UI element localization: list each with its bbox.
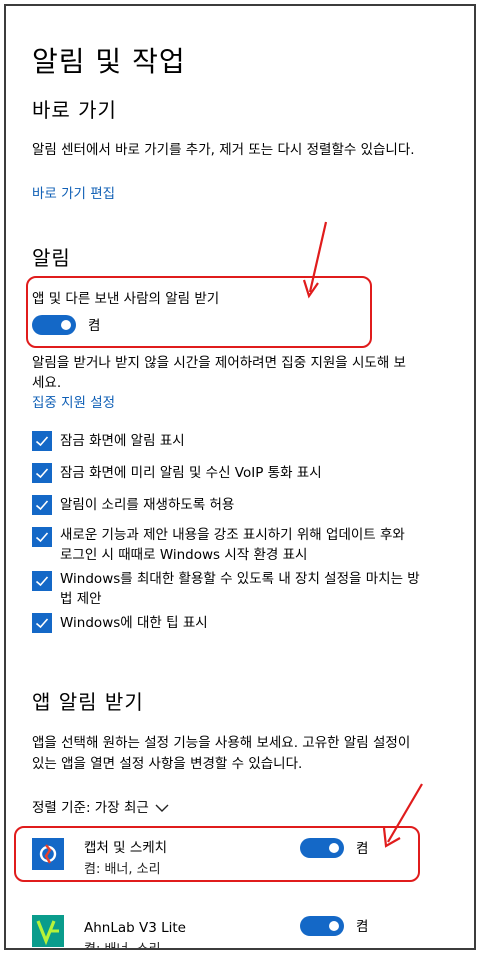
checkbox-label: 알림이 소리를 재생하도록 허용 xyxy=(60,497,235,513)
app-notifications-heading: 앱 알림 받기 xyxy=(32,690,144,714)
checkbox-suggest-setup[interactable] xyxy=(32,571,52,591)
check-icon xyxy=(35,618,49,629)
checkbox-label: Windows에 대한 팁 표시 xyxy=(60,615,208,631)
app-name: AhnLab V3 Lite xyxy=(84,920,186,936)
checkbox-label-line1: 새로운 기능과 제안 내용을 강조 표시하기 위해 업데이트 후와 xyxy=(60,527,405,543)
check-icon xyxy=(35,576,49,587)
ahnlab-app-icon xyxy=(32,915,64,947)
checkbox-label-line2: 로그인 시 때때로 Windows 시작 환경 표시 xyxy=(60,547,308,563)
toggle-knob xyxy=(329,921,339,931)
annotation-arrow-icon xyxy=(382,783,423,848)
ahnlab-toggle[interactable] xyxy=(300,916,344,936)
checkbox-lockscreen-reminders[interactable] xyxy=(32,463,52,483)
checkbox-label: 잠금 화면에 미리 알림 및 수신 VoIP 통화 표시 xyxy=(60,465,322,481)
check-icon xyxy=(35,532,49,543)
check-icon xyxy=(35,500,49,511)
sort-dropdown[interactable]: 정렬 기준: 가장 최근 xyxy=(32,798,169,818)
checkbox-welcome-experience[interactable] xyxy=(32,527,52,547)
checkbox-label: 잠금 화면에 알림 표시 xyxy=(60,433,185,449)
checkbox-tips[interactable] xyxy=(32,613,52,633)
quick-actions-description: 알림 센터에서 바로 가기를 추가, 제거 또는 다시 정렬할수 있습니다. xyxy=(32,142,415,158)
focus-assist-description-line2: 세요. xyxy=(32,375,62,391)
checkbox-label-line1: Windows를 최대한 활용할 수 있도록 내 장치 설정을 마치는 방 xyxy=(60,571,420,587)
checkbox-lockscreen-notifications[interactable] xyxy=(32,431,52,451)
sort-label: 정렬 기준: 가장 최근 xyxy=(32,800,149,816)
annotation-highlight-box xyxy=(14,826,420,882)
app-status: 켬: 배너, 소리 xyxy=(84,942,161,950)
check-icon xyxy=(35,468,49,479)
notifications-heading: 알림 xyxy=(32,246,71,270)
check-icon xyxy=(35,436,49,447)
checkbox-label-line2: 법 제안 xyxy=(60,591,102,607)
app-toggle-state: 켬 xyxy=(356,919,369,935)
app-notifications-desc-line1: 앱을 선택해 원하는 설정 기능을 사용해 보세요. 고유한 알림 설정이 xyxy=(32,735,411,751)
app-notifications-desc-line2: 있는 앱을 열면 설정 사항을 변경할 수 있습니다. xyxy=(32,756,303,772)
quick-actions-heading: 바로 가기 xyxy=(32,98,117,122)
chevron-down-icon xyxy=(155,804,169,812)
checkbox-play-sounds[interactable] xyxy=(32,495,52,515)
annotation-arrow-icon xyxy=(302,221,328,299)
settings-window: 알림 및 작업 바로 가기 알림 센터에서 바로 가기를 추가, 제거 또는 다… xyxy=(4,4,476,950)
edit-quick-actions-link[interactable]: 바로 가기 편집 xyxy=(32,182,115,202)
app-row-ahnlab[interactable] xyxy=(6,906,472,948)
focus-assist-settings-link[interactable]: 집중 지원 설정 xyxy=(32,391,115,411)
page-title: 알림 및 작업 xyxy=(32,45,186,78)
focus-assist-description-line1: 알림을 받거나 받지 않을 시간을 제어하려면 집중 지원을 시도해 보 xyxy=(32,355,406,371)
